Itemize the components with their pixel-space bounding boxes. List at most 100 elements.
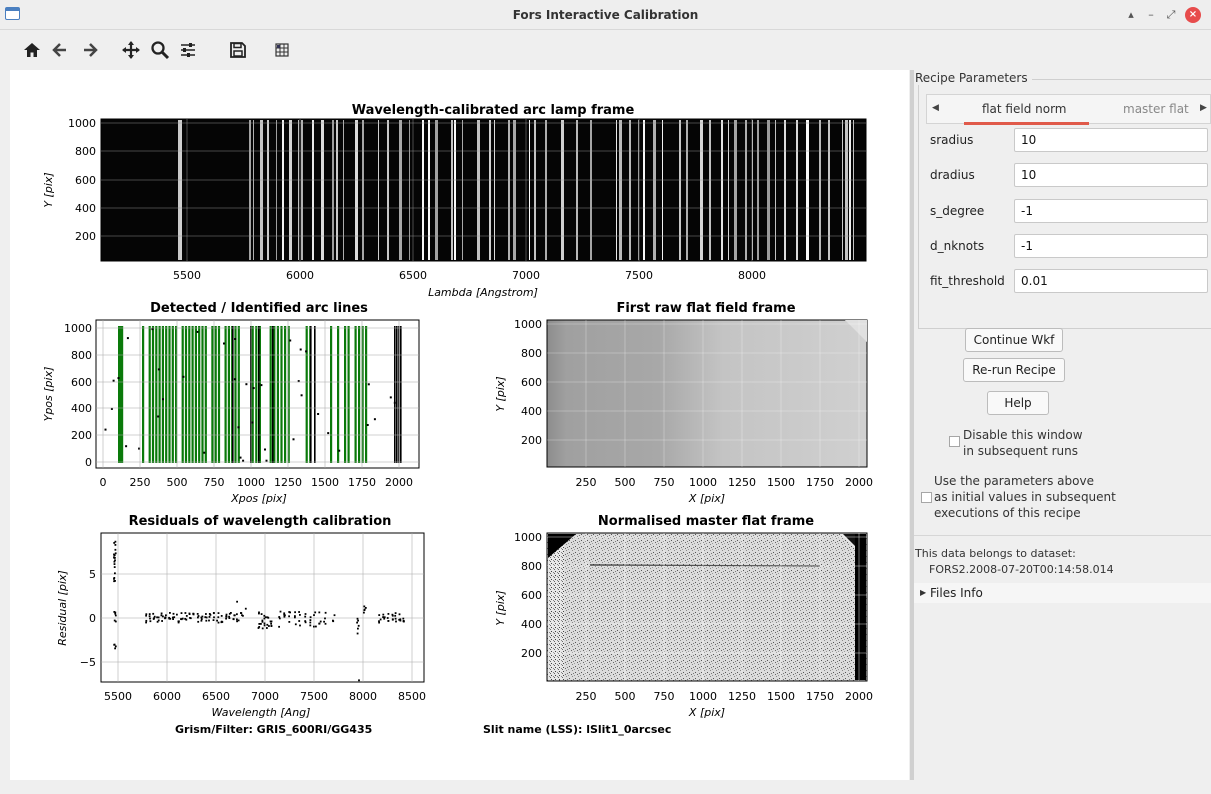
detected-point [117, 377, 120, 380]
unidentified-line [272, 326, 274, 463]
arc-line [336, 120, 338, 260]
svg-text:750: 750 [654, 476, 675, 489]
tab-scroll-left-icon[interactable]: ◀ [932, 103, 939, 113]
identified-line [276, 326, 279, 463]
raw-flat-ylabel: Y [pix] [494, 376, 507, 411]
unidentified-line [232, 326, 234, 463]
identified-line [151, 326, 155, 463]
arc-line [590, 120, 592, 260]
zoom-icon[interactable] [146, 36, 174, 64]
identified-line [121, 326, 124, 463]
plot-canvas[interactable]: Wavelength-calibrated arc lamp frame 100… [10, 70, 909, 780]
maximize-icon[interactable]: – [1143, 7, 1159, 23]
identified-line [165, 326, 168, 463]
residual-point [228, 617, 231, 619]
param-input-d-nknots[interactable] [1014, 234, 1208, 258]
identified-line [184, 326, 188, 463]
configure-subplots-icon[interactable] [174, 36, 202, 64]
minimize-icon[interactable]: ▴ [1123, 7, 1139, 23]
residual-point [263, 622, 266, 625]
arc-line [282, 120, 284, 260]
residual-point [387, 620, 390, 622]
detected-plot-title: Detected / Identified arc lines [150, 301, 368, 316]
svg-text:7000: 7000 [251, 690, 279, 703]
detected-xlabel: Xpos [pix] [230, 492, 287, 505]
home-icon[interactable] [18, 36, 46, 64]
residual-point [260, 613, 263, 615]
residual-point [236, 618, 238, 621]
residual-point [165, 614, 167, 617]
restore-icon[interactable]: ⤢ [1163, 7, 1179, 23]
residual-point [169, 612, 171, 614]
save-icon[interactable] [224, 36, 252, 64]
arc-line [806, 120, 809, 260]
back-arrow-icon[interactable] [46, 36, 74, 64]
help-button[interactable]: Help [987, 391, 1049, 415]
residual-point [386, 617, 389, 619]
identified-line [337, 326, 340, 463]
arc-line [709, 120, 711, 260]
residual-point [114, 548, 117, 551]
svg-text:1000: 1000 [514, 531, 542, 544]
svg-text:800: 800 [521, 347, 542, 360]
svg-text:400: 400 [75, 202, 96, 215]
dataset-name: FORS2.2008-07-20T00:14:58.014 [929, 563, 1114, 576]
residual-point [216, 619, 218, 622]
residual-point [279, 610, 282, 613]
arc-line [276, 120, 277, 260]
arc-line [700, 120, 703, 260]
arc-line [513, 120, 516, 260]
detected-point [289, 339, 292, 342]
svg-text:800: 800 [71, 349, 92, 362]
forward-arrow-icon[interactable] [76, 36, 104, 64]
param-input-sradius[interactable] [1014, 128, 1208, 152]
param-input-dradius[interactable] [1014, 163, 1208, 187]
arc-line [616, 120, 617, 260]
svg-text:800: 800 [521, 560, 542, 573]
residual-point [395, 620, 397, 623]
identified-line [305, 326, 308, 463]
svg-text:1000: 1000 [689, 690, 717, 703]
close-icon[interactable]: × [1185, 7, 1201, 23]
residual-point [298, 620, 301, 622]
svg-text:750: 750 [204, 476, 225, 489]
residual-point [269, 620, 272, 623]
residual-point [153, 615, 156, 618]
pan-icon[interactable] [117, 36, 145, 64]
identified-line [191, 326, 194, 463]
tab-scroll-right-icon[interactable]: ▶ [1200, 103, 1207, 113]
arc-line [289, 120, 292, 260]
param-input-fit-threshold[interactable] [1014, 269, 1208, 293]
detected-point [233, 378, 236, 381]
svg-text:1500: 1500 [767, 476, 795, 489]
identified-line [255, 326, 258, 463]
residual-point [313, 614, 315, 616]
tab-master-flat[interactable]: master flat [1123, 102, 1189, 116]
identified-line [155, 326, 158, 463]
residual-point [266, 627, 268, 629]
param-label-d-nknots: d_nknots [930, 239, 985, 253]
continue-workflow-button[interactable]: Continue Wkf [965, 328, 1063, 352]
plot-layout-icon[interactable] [268, 36, 296, 64]
arc-line [849, 120, 851, 260]
tab-flat-field-norm[interactable]: flat field norm [982, 102, 1067, 116]
arc-line [619, 120, 622, 260]
identified-line [365, 326, 368, 463]
rerun-recipe-button[interactable]: Re-run Recipe [963, 358, 1065, 382]
param-input-s-degree[interactable] [1014, 199, 1208, 223]
files-info-expander[interactable]: ▶ Files Info [914, 583, 1211, 603]
use-initial-values-checkbox[interactable] [921, 492, 932, 503]
identified-line [158, 326, 161, 463]
identified-line [227, 326, 230, 463]
residual-point [145, 613, 148, 616]
detected-point [317, 413, 320, 415]
residual-point [217, 621, 220, 624]
detected-point [338, 449, 341, 452]
svg-text:1750: 1750 [806, 690, 834, 703]
disable-window-checkbox[interactable] [949, 436, 960, 447]
identified-line [201, 326, 204, 463]
svg-text:1250: 1250 [728, 690, 756, 703]
identified-line [347, 326, 350, 463]
arc-line [845, 120, 848, 260]
residual-point [318, 622, 321, 625]
